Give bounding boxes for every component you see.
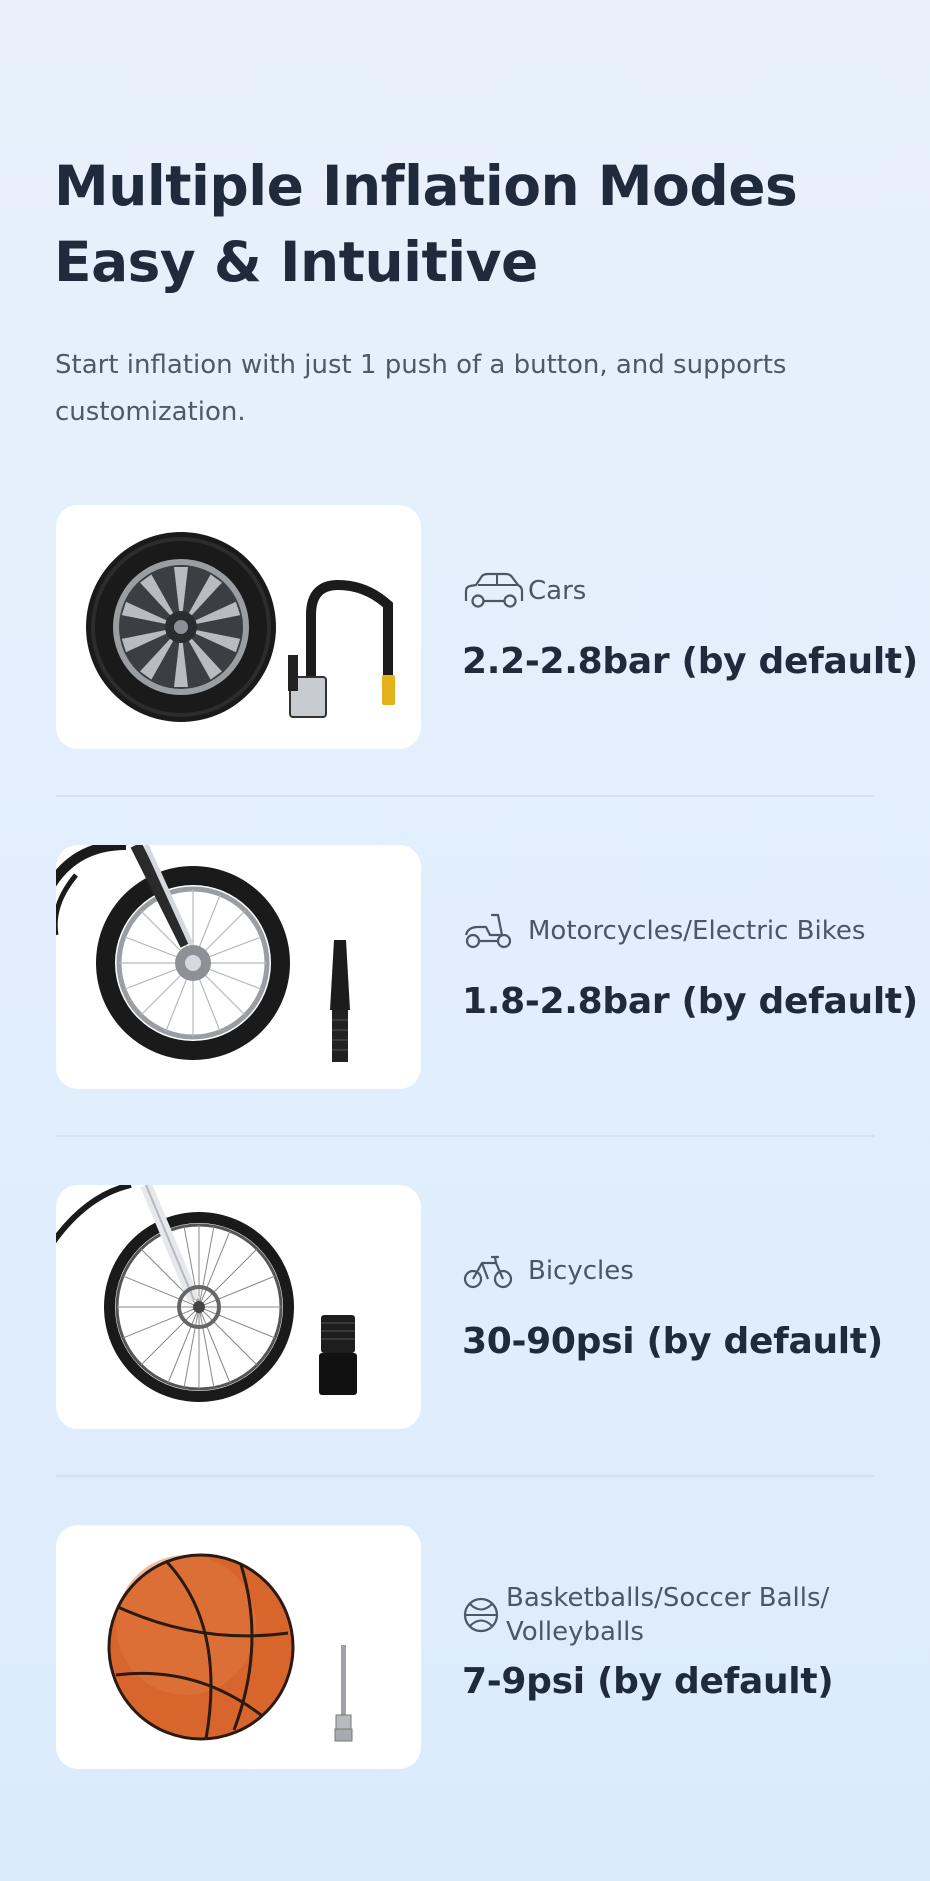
mode-row-bicycles: Bicycles 30-90psi (by default)	[56, 1185, 883, 1429]
mode-row-balls: Basketballs/Soccer Balls/ Volleyballs 7-…	[56, 1525, 874, 1769]
divider	[56, 1475, 874, 1477]
page-title-line-1: Multiple Inflation Modes	[54, 154, 798, 218]
divider	[56, 795, 874, 797]
motorcycle-wheel-image	[56, 845, 421, 1089]
mode-row-motorcycles: Motorcycles/Electric Bikes 1.8-2.8bar (b…	[56, 845, 918, 1089]
bicycle-icon	[462, 1251, 514, 1291]
car-tire-illustration	[86, 532, 395, 722]
divider	[56, 1135, 874, 1137]
mode-label-line: Motorcycles/Electric Bikes	[462, 911, 865, 951]
mode-label: Cars	[528, 576, 587, 606]
mode-label-line: Cars	[462, 571, 586, 611]
basketball-illustration	[107, 1553, 353, 1742]
car-tire-image	[56, 505, 421, 749]
mode-pressure-value: 2.2-2.8bar (by default)	[462, 641, 918, 682]
car-icon	[462, 571, 524, 611]
product-feature-page: Multiple Inflation Modes Easy & Intuitiv…	[0, 0, 930, 1881]
basketball-image	[56, 1525, 421, 1769]
mode-label: Motorcycles/Electric Bikes	[528, 916, 866, 946]
mode-info-balls: Basketballs/Soccer Balls/ Volleyballs 7-…	[462, 1525, 882, 1769]
page-description: Start inflation with just 1 push of a bu…	[55, 350, 787, 427]
basketball-icon	[462, 1595, 500, 1635]
page-title-line-2: Easy & Intuitive	[54, 230, 538, 294]
mode-pressure-value: 30-90psi (by default)	[462, 1321, 883, 1362]
mode-label-line: Bicycles	[462, 1251, 634, 1291]
bicycle-wheel-image	[56, 1185, 421, 1429]
bicycle-wheel-illustration	[56, 1185, 357, 1402]
page-title: Multiple Inflation Modes Easy & Intuitiv…	[54, 148, 874, 300]
mode-info-motorcycles: Motorcycles/Electric Bikes 1.8-2.8bar (b…	[462, 845, 918, 1089]
mode-info-cars: Cars 2.2-2.8bar (by default)	[462, 505, 918, 749]
mode-label: Basketballs/Soccer Balls/ Volleyballs	[506, 1583, 830, 1647]
mode-pressure-value: 7-9psi (by default)	[462, 1661, 834, 1702]
scooter-icon	[462, 911, 514, 951]
mode-label-line: Basketballs/Soccer Balls/ Volleyballs	[462, 1581, 866, 1649]
mode-label: Bicycles	[528, 1256, 634, 1286]
mode-row-cars: Cars 2.2-2.8bar (by default)	[56, 505, 918, 749]
motorcycle-wheel-illustration	[56, 845, 350, 1062]
mode-pressure-value: 1.8-2.8bar (by default)	[462, 981, 918, 1022]
mode-info-bicycles: Bicycles 30-90psi (by default)	[462, 1185, 883, 1429]
